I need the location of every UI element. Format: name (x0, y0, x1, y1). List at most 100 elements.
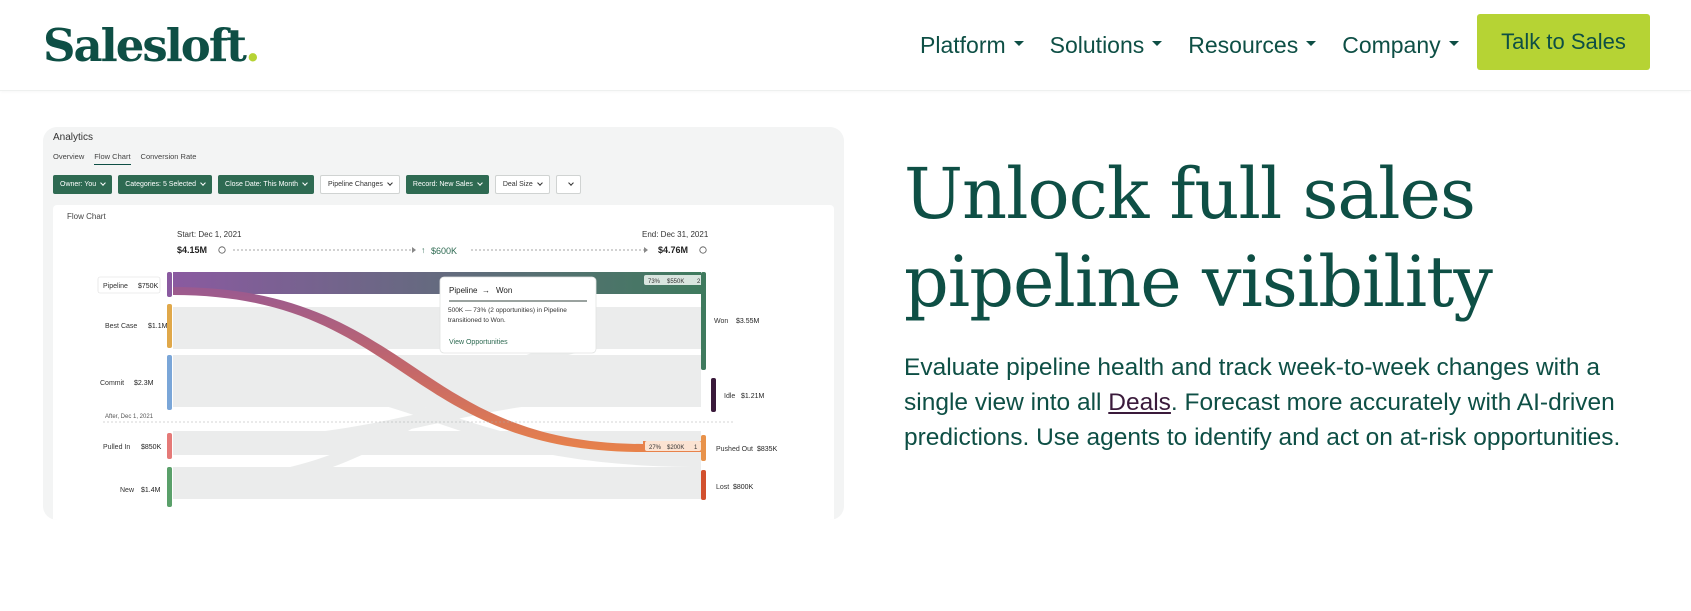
filter-owner-label: Owner: You (60, 181, 97, 188)
filter-pipeline-changes[interactable]: Pipeline Changes (320, 175, 400, 194)
analytics-title: Analytics (53, 132, 94, 143)
main-nav: Platform Solutions Resources Company (920, 28, 1485, 62)
flow-band (173, 355, 701, 407)
chevron-down-icon (1306, 40, 1317, 46)
flow-chart-panel: Flow Chart Start: Dec 1, 2021 $4.15M ↑ $… (53, 205, 834, 520)
tab-overview[interactable]: Overview (53, 152, 84, 165)
right-node-value: $800K (733, 484, 754, 491)
talk-to-sales-button[interactable]: Talk to Sales (1477, 14, 1650, 70)
right-node-bar-won[interactable] (701, 272, 706, 370)
hero-title-line1: Unlock full sales (904, 153, 1476, 235)
filter-close-date[interactable]: Close Date: This Month (218, 175, 315, 194)
left-node-value: $1.4M (141, 487, 161, 494)
right-node-bar-lost[interactable] (701, 470, 706, 500)
left-node-bar-new[interactable] (167, 467, 172, 507)
won-badge-amount: $550K (667, 279, 684, 285)
site-header: Salesloft. Platform Solutions Resources … (0, 0, 1691, 91)
nav-resources-label: Resources (1188, 31, 1299, 58)
left-node-value: $2.3M (134, 380, 154, 387)
info-icon (699, 246, 707, 254)
arrow-right-icon (644, 247, 648, 253)
tooltip-text-wrap: 500K — 73% (2 opportunities) in Pipeline… (448, 307, 567, 324)
right-node-name: Pushed Out (716, 446, 753, 453)
salesloft-logo[interactable]: Salesloft. (43, 18, 261, 74)
tab-conversion-rate[interactable]: Conversion Rate (141, 152, 197, 165)
left-node-bar-commit[interactable] (167, 355, 172, 410)
filter-pipeline-changes-label: Pipeline Changes (328, 181, 383, 188)
left-node-bar-pipeline[interactable] (167, 272, 172, 297)
hero-description: Evaluate pipeline health and track week-… (904, 350, 1654, 455)
tooltip-to: Won (496, 286, 512, 295)
chevron-down-icon (536, 180, 543, 186)
filter-categories[interactable]: Categories: 5 Selected (118, 175, 213, 194)
analytics-tabs: Overview Flow Chart Conversion Rate (53, 152, 206, 165)
view-opportunities-link[interactable]: View Opportunities (449, 339, 508, 346)
chevron-down-icon (1448, 40, 1459, 46)
nav-company-label: Company (1342, 31, 1441, 58)
won-badge-pct: 73% (648, 279, 661, 285)
start-value: $4.15M (177, 245, 207, 255)
chevron-down-icon (1152, 40, 1163, 46)
flow-chart-svg: Flow Chart Start: Dec 1, 2021 $4.15M ↑ $… (67, 212, 778, 507)
filter-record[interactable]: Record: New Sales (405, 175, 489, 194)
pushed-badge-pct: 27% (649, 445, 662, 451)
left-node-value: $750K (138, 283, 159, 290)
chevron-down-icon (477, 180, 483, 186)
left-node-name: New (120, 487, 135, 494)
info-icon (218, 246, 226, 254)
left-node-name: Best Case (105, 323, 137, 330)
right-node-name: Lost (716, 484, 729, 491)
filter-deal-size[interactable]: Deal Size (494, 175, 550, 194)
chevron-down-icon (387, 180, 393, 186)
filter-close-date-label: Close Date: This Month (225, 181, 299, 188)
left-node-bar-pulled-in[interactable] (167, 433, 172, 459)
right-node-bar-idle[interactable] (711, 378, 716, 412)
chevron-down-icon (200, 180, 206, 186)
left-node-name: Pulled In (103, 444, 130, 451)
analytics-screenshot: Analytics Overview Flow Chart Conversion… (43, 127, 844, 520)
arrow-right-icon (412, 247, 416, 253)
right-node-name: Idle (724, 393, 735, 400)
filter-record-label: Record: New Sales (412, 181, 473, 188)
nav-solutions[interactable]: Solutions (1050, 32, 1163, 59)
right-node-name: Won (714, 318, 728, 325)
right-node-value: $3.55M (736, 318, 760, 325)
chevron-down-icon (1013, 40, 1024, 46)
chevron-down-icon (567, 180, 574, 186)
flow-chart-title: Flow Chart (67, 212, 106, 221)
flow-bands (173, 307, 701, 499)
nav-platform[interactable]: Platform (920, 32, 1024, 59)
tooltip-arrow-icon: → (482, 286, 490, 295)
start-label: Start: Dec 1, 2021 (177, 230, 242, 239)
filter-bar: Owner: You Categories: 5 Selected Close … (53, 175, 587, 194)
left-node-name: Commit (100, 380, 124, 387)
hero-title-line2: pipeline visibility (904, 241, 1493, 323)
chevron-down-icon (302, 180, 308, 186)
arrow-up-icon: ↑ (421, 245, 425, 255)
left-node-value: $850K (141, 444, 162, 451)
nav-company[interactable]: Company (1342, 31, 1459, 59)
pushed-badge-amount: $200K (667, 445, 684, 451)
left-node-value: $1.1M (148, 323, 168, 330)
deals-link[interactable]: Deals (1108, 389, 1171, 416)
hero-title: Unlock full sales pipeline visibility (904, 150, 1664, 326)
nav-solutions-label: Solutions (1049, 31, 1145, 58)
filter-categories-label: Categories: 5 Selected (125, 181, 197, 188)
end-value: $4.76M (658, 245, 688, 255)
right-node-bar-pushed-out[interactable] (701, 435, 706, 461)
filter-owner[interactable]: Owner: You (53, 175, 113, 194)
filter-more[interactable] (555, 175, 581, 194)
left-node-bar-best-case[interactable] (167, 304, 172, 348)
right-node-value: $835K (757, 446, 778, 453)
tooltip-from: Pipeline (449, 286, 478, 295)
end-label: End: Dec 31, 2021 (642, 230, 709, 239)
chevron-down-icon (100, 180, 107, 186)
left-node-name: Pipeline (103, 283, 128, 290)
tooltip-text: 500K — 73% (2 opportunities) in Pipeline… (448, 307, 567, 324)
flow-pipeline-to-won[interactable] (173, 272, 701, 294)
logo-dot: . (244, 19, 261, 72)
divider-label: After, Dec 1, 2021 (105, 414, 154, 420)
tab-flow-chart[interactable]: Flow Chart (94, 152, 131, 165)
nav-resources[interactable]: Resources (1188, 31, 1317, 59)
change-value: $600K (431, 246, 457, 256)
